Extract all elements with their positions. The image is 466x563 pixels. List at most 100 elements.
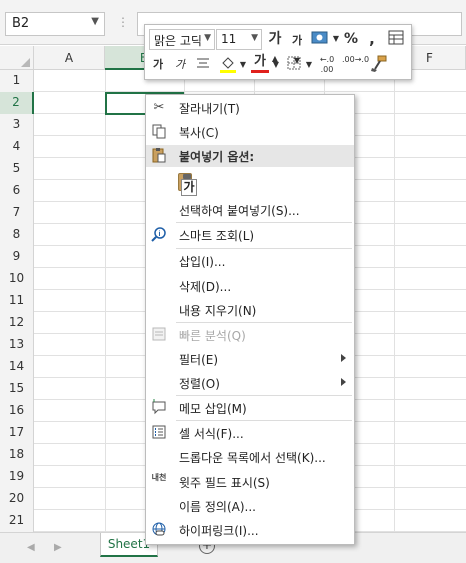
menu-item-copy-label: 복사(C) xyxy=(179,126,219,140)
chevron-down-icon[interactable]: ▼ xyxy=(239,55,247,75)
chevron-down-icon[interactable]: ▼ xyxy=(272,55,280,75)
row-header-7[interactable]: 7 xyxy=(0,202,34,224)
row-header-3[interactable]: 3 xyxy=(0,114,34,136)
menu-separator xyxy=(176,222,352,223)
name-box[interactable]: B2 ▼ xyxy=(5,12,105,36)
row-header-15[interactable]: 15 xyxy=(0,378,34,400)
row-header-18[interactable]: 18 xyxy=(0,444,34,466)
formula-bar-separator: ⋮ xyxy=(117,15,129,29)
row-header-11[interactable]: 11 xyxy=(0,290,34,312)
grow-font-icon: 가 xyxy=(268,31,282,47)
menu-item-define-name-label: 이름 정의(A)... xyxy=(179,500,256,514)
menu-item-insert-comment[interactable]: 메모 삽입(M) xyxy=(146,397,354,419)
currency-icon xyxy=(311,31,328,44)
align-center-icon xyxy=(197,58,209,68)
name-box-value: B2 xyxy=(12,16,30,31)
mini-toolbar: 맑은 고딕 ▼ 11 ▼ 가▲ 가▼ ▼ % , 가 가 ▼ 가 ▼ ▼ ←.0… xyxy=(144,24,412,80)
table-icon xyxy=(388,30,404,45)
menu-header-paste-options: 붙여넣기 옵션: xyxy=(146,145,354,167)
font-size-select[interactable]: 11 ▼ xyxy=(216,29,262,50)
menu-item-delete[interactable]: 삭제(D)... xyxy=(146,275,354,297)
decrease-decimal-button[interactable]: .00→.0 xyxy=(342,55,369,75)
menu-item-hyperlink[interactable]: 하이퍼링크(I)... xyxy=(146,519,354,541)
row-header-19[interactable]: 19 xyxy=(0,466,34,488)
menu-item-clear-contents[interactable]: 내용 지우기(N) xyxy=(146,299,354,321)
shrink-font-button[interactable]: 가▼ xyxy=(289,31,305,65)
menu-item-filter[interactable]: 필터(E) xyxy=(146,348,354,370)
row-header-16[interactable]: 16 xyxy=(0,400,34,422)
align-center-button[interactable] xyxy=(194,55,212,75)
row-header-17[interactable]: 17 xyxy=(0,422,34,444)
grow-font-button[interactable]: 가▲ xyxy=(266,29,284,63)
menu-item-paste-special-label: 선택하여 붙여넣기(S)... xyxy=(179,204,300,218)
menu-item-phonetic-field[interactable]: 내천 윗주 필드 표시(S) xyxy=(146,471,354,493)
menu-item-define-name[interactable]: 이름 정의(A)... xyxy=(146,495,354,517)
submenu-arrow-icon xyxy=(341,378,346,386)
font-name-select[interactable]: 맑은 고딕 ▼ xyxy=(149,29,215,50)
chevron-down-icon[interactable]: ▼ xyxy=(91,16,99,27)
menu-item-sort-label: 정렬(O) xyxy=(179,377,220,391)
comma-style-button[interactable]: , xyxy=(365,29,379,49)
row-header-14[interactable]: 14 xyxy=(0,356,34,378)
accounting-format-button[interactable] xyxy=(309,29,331,49)
format-painter-button[interactable] xyxy=(368,53,390,73)
column-divider xyxy=(394,70,395,532)
menu-item-cut-label: 잘라내기(T) xyxy=(179,102,240,116)
scroll-right-icon[interactable]: ▶ xyxy=(54,542,62,553)
menu-separator xyxy=(176,322,352,323)
row-header-5[interactable]: 5 xyxy=(0,158,34,180)
italic-button[interactable]: 가 xyxy=(172,55,188,75)
row-header-10[interactable]: 10 xyxy=(0,268,34,290)
chevron-down-icon[interactable]: ▼ xyxy=(332,29,340,49)
menu-item-copy[interactable]: 복사(C) xyxy=(146,121,354,143)
chevron-down-icon[interactable]: ▼ xyxy=(305,55,313,75)
row-header-1[interactable]: 1 xyxy=(0,70,34,92)
row-header-8[interactable]: 8 xyxy=(0,224,34,246)
menu-item-phonetic-field-label: 윗주 필드 표시(S) xyxy=(179,476,270,490)
borders-icon xyxy=(287,56,301,70)
menu-item-smart-lookup[interactable]: i 스마트 조회(L) xyxy=(146,224,354,246)
percent-button[interactable]: % xyxy=(343,29,359,49)
font-name-value: 맑은 고딕 xyxy=(154,34,202,48)
row-header-20[interactable]: 20 xyxy=(0,488,34,510)
shrink-font-icon: 가 xyxy=(291,34,303,47)
menu-item-insert-label: 삽입(I)... xyxy=(179,255,226,269)
submenu-arrow-icon xyxy=(341,354,346,362)
comment-icon xyxy=(150,399,168,417)
menu-item-paste-special[interactable]: 선택하여 붙여넣기(S)... xyxy=(146,199,354,221)
format-table-button[interactable] xyxy=(386,29,406,49)
row-header-2[interactable]: 2 xyxy=(0,92,34,114)
context-menu: ✂ 잘라내기(T) 복사(C) 붙여넣기 옵션: 가 선택하여 붙여넣기(S).… xyxy=(145,94,355,545)
menu-item-pick-from-dropdown[interactable]: 드롭다운 목록에서 선택(K)... xyxy=(146,446,354,468)
row-header-9[interactable]: 9 xyxy=(0,246,34,268)
format-painter-icon xyxy=(371,55,387,72)
menu-item-hyperlink-label: 하이퍼링크(I)... xyxy=(179,524,259,538)
row-header-21[interactable]: 21 xyxy=(0,510,34,532)
menu-item-filter-label: 필터(E) xyxy=(179,353,219,367)
select-all-button[interactable] xyxy=(0,46,34,70)
quick-analysis-icon xyxy=(150,326,168,344)
borders-button[interactable] xyxy=(285,55,303,75)
chevron-down-icon[interactable]: ▼ xyxy=(251,33,258,43)
increase-decimal-button[interactable]: ←.0 .00 xyxy=(316,55,338,75)
menu-item-format-cells[interactable]: 셀 서식(F)... xyxy=(146,422,354,444)
menu-item-sort[interactable]: 정렬(O) xyxy=(146,372,354,394)
font-color-button[interactable]: 가 xyxy=(251,53,269,73)
scissors-icon: ✂ xyxy=(153,100,165,115)
row-header-6[interactable]: 6 xyxy=(0,180,34,202)
menu-item-cut[interactable]: ✂ 잘라내기(T) xyxy=(146,97,354,119)
row-header-4[interactable]: 4 xyxy=(0,136,34,158)
row-header-13[interactable]: 13 xyxy=(0,334,34,356)
menu-item-insert[interactable]: 삽입(I)... xyxy=(146,250,354,272)
chevron-down-icon[interactable]: ▼ xyxy=(204,33,211,43)
scroll-left-icon[interactable]: ◀ xyxy=(27,542,35,553)
fill-color-button[interactable] xyxy=(218,54,238,74)
row-header-12[interactable]: 12 xyxy=(0,312,34,334)
menu-separator xyxy=(176,248,352,249)
menu-separator xyxy=(176,395,352,396)
column-header-a[interactable]: A xyxy=(34,46,105,70)
menu-item-insert-comment-label: 메모 삽입(M) xyxy=(179,402,247,416)
bold-button[interactable]: 가 xyxy=(150,55,166,75)
paste-option-keep-source[interactable]: 가 xyxy=(177,171,201,197)
increase-decimal-icon: ←.0 .00 xyxy=(319,55,335,74)
